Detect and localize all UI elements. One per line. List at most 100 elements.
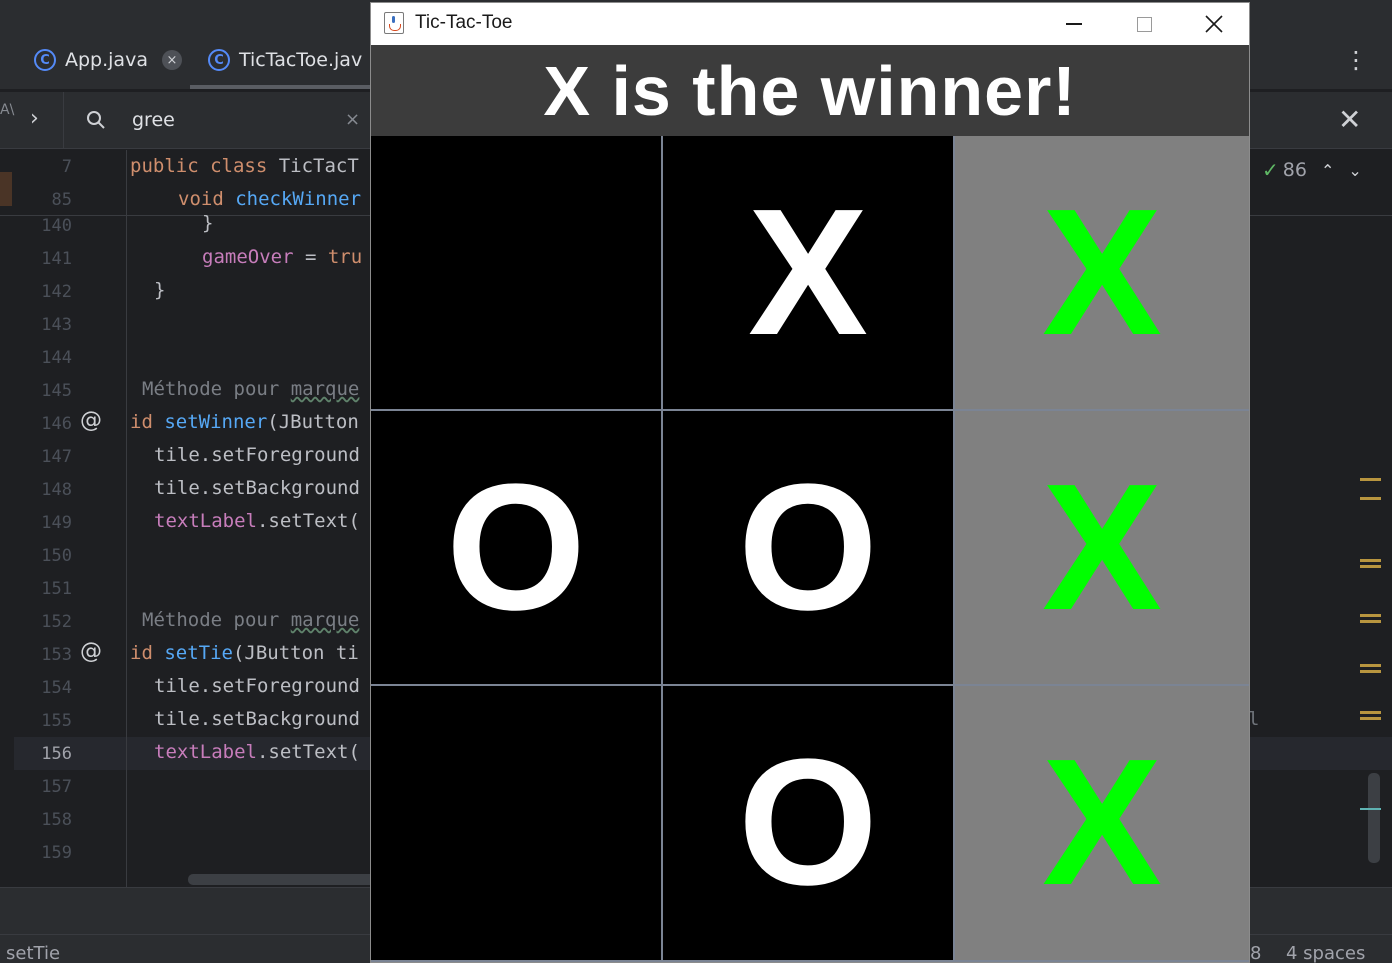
code-line[interactable]: tile.setForeground — [154, 444, 360, 466]
maximize-button[interactable] — [1109, 3, 1179, 45]
line-number: 143 — [41, 315, 72, 335]
code-text: .setText( — [256, 510, 360, 532]
code-line[interactable]: tile.setBackground — [154, 708, 360, 730]
tab-tictactoe-java[interactable]: C TicTacToe.jav — [208, 44, 362, 76]
code-line[interactable]: textLabel.setText( — [154, 741, 360, 763]
code-text: = — [293, 246, 328, 268]
error-stripe-mark[interactable] — [1360, 664, 1381, 673]
java-class-icon: C — [34, 49, 56, 71]
gutter-separator — [126, 150, 127, 887]
line-number: 146 — [41, 414, 72, 434]
line-number: 159 — [41, 843, 72, 863]
comment-typo: marque — [290, 609, 360, 631]
comment-typo: marque — [290, 378, 360, 400]
code-line[interactable]: id setTie(JButton ti — [130, 642, 359, 664]
line-number: 150 — [41, 546, 72, 566]
code-line[interactable]: public class TicTacT — [130, 155, 359, 177]
code-line[interactable]: } — [202, 212, 213, 234]
minimize-button[interactable] — [1039, 3, 1109, 45]
keyword: id — [130, 642, 165, 664]
code-line[interactable]: tile.setForeground — [154, 675, 360, 697]
window-title: Tic-Tac-Toe — [415, 12, 513, 33]
code-line[interactable]: Méthode pour marque — [142, 609, 359, 631]
board-tile-8[interactable]: O — [663, 686, 953, 960]
error-stripe-mark[interactable] — [1360, 559, 1381, 568]
code-line[interactable]: gameOver = tru — [202, 246, 362, 268]
game-board: X X O O X O X — [371, 136, 1249, 962]
line-number: 85 — [51, 190, 72, 210]
override-at-icon[interactable]: @ — [80, 408, 102, 433]
maximize-icon — [1136, 16, 1152, 32]
caret-stripe-mark — [1360, 808, 1381, 810]
board-tile-4[interactable]: O — [371, 411, 661, 684]
indent-setting[interactable]: 4 spaces — [1286, 943, 1365, 963]
code-line[interactable]: Méthode pour marque — [142, 378, 359, 400]
line-number: 141 — [41, 249, 72, 269]
close-find-bar-icon[interactable]: ✕ — [1338, 106, 1361, 134]
active-tab-indicator — [190, 85, 380, 89]
error-stripe-mark[interactable] — [1360, 614, 1381, 623]
code-line[interactable]: void checkWinner — [178, 188, 361, 210]
line-number: 151 — [41, 579, 72, 599]
line-number: 152 — [41, 612, 72, 632]
minimize-icon — [1066, 23, 1082, 25]
code-line[interactable]: id setWinner(JButton — [130, 411, 359, 433]
board-tile-3[interactable]: X — [955, 136, 1249, 409]
window-titlebar[interactable]: Tic-Tac-Toe — [371, 3, 1249, 45]
keyword: tru — [327, 246, 363, 268]
code-text: TicTacT — [278, 155, 359, 177]
inspection-widget[interactable]: ✓ 86 ⌃ ⌄ — [1262, 158, 1362, 182]
search-icon[interactable] — [86, 110, 106, 130]
comment: Méthode pour — [142, 609, 291, 631]
close-icon[interactable]: × — [161, 50, 182, 70]
next-highlight-icon[interactable]: ⌄ — [1348, 161, 1361, 180]
breadcrumb-method[interactable]: setTie — [6, 943, 60, 963]
tab-label: App.java — [65, 49, 148, 71]
vertical-scrollbar[interactable] — [1368, 773, 1380, 863]
field-name: gameOver — [202, 246, 294, 268]
line-number: 144 — [41, 348, 72, 368]
expand-chevron-icon[interactable]: › — [30, 106, 39, 131]
tab-app-java[interactable]: C App.java × — [34, 44, 182, 76]
close-window-button[interactable] — [1179, 3, 1249, 45]
search-mode-marker: A\ — [0, 102, 15, 118]
board-tile-5[interactable]: O — [663, 411, 953, 684]
board-tile-2[interactable]: X — [663, 136, 953, 409]
gutter-accent — [0, 172, 12, 206]
line-number: 148 — [41, 480, 72, 500]
search-input[interactable] — [132, 106, 352, 134]
error-stripe-mark[interactable] — [1360, 497, 1381, 500]
code-line[interactable]: tile.setBackground — [154, 477, 360, 499]
override-at-icon[interactable]: @ — [80, 639, 102, 664]
board-tile-6[interactable]: X — [955, 411, 1249, 684]
inspection-count: 86 — [1282, 159, 1307, 181]
clear-search-icon[interactable]: × — [345, 109, 360, 130]
previous-highlight-icon[interactable]: ⌃ — [1321, 161, 1334, 180]
code-line[interactable]: textLabel.setText( — [154, 510, 360, 532]
code-text: (JButton — [267, 411, 359, 433]
line-number: 153 — [41, 645, 72, 665]
error-stripe-mark[interactable] — [1360, 711, 1381, 720]
more-options-icon[interactable]: ⋮ — [1344, 46, 1368, 74]
divider — [63, 92, 64, 149]
line-number: 147 — [41, 447, 72, 467]
field-name: textLabel — [154, 510, 257, 532]
error-stripe-mark[interactable] — [1360, 478, 1381, 481]
keyword: id — [130, 411, 165, 433]
keyword: public class — [130, 155, 279, 177]
status-position[interactable]: 8 — [1250, 943, 1261, 963]
comment: Méthode pour — [142, 378, 291, 400]
code-line[interactable]: } — [154, 279, 165, 301]
tab-label: TicTacToe.jav — [239, 49, 363, 71]
code-text: (JButton ti — [232, 642, 359, 664]
method-name: setTie — [164, 642, 233, 664]
line-number: 155 — [41, 711, 72, 731]
board-tile-7[interactable] — [371, 686, 661, 960]
code-text: .setText( — [256, 741, 360, 763]
line-number: 7 — [61, 157, 72, 177]
board-tile-9[interactable]: X — [955, 686, 1249, 960]
board-tile-1[interactable] — [371, 136, 661, 409]
java-app-icon[interactable] — [384, 12, 404, 34]
check-icon: ✓ — [1262, 158, 1279, 182]
horizontal-scrollbar[interactable] — [188, 874, 378, 885]
